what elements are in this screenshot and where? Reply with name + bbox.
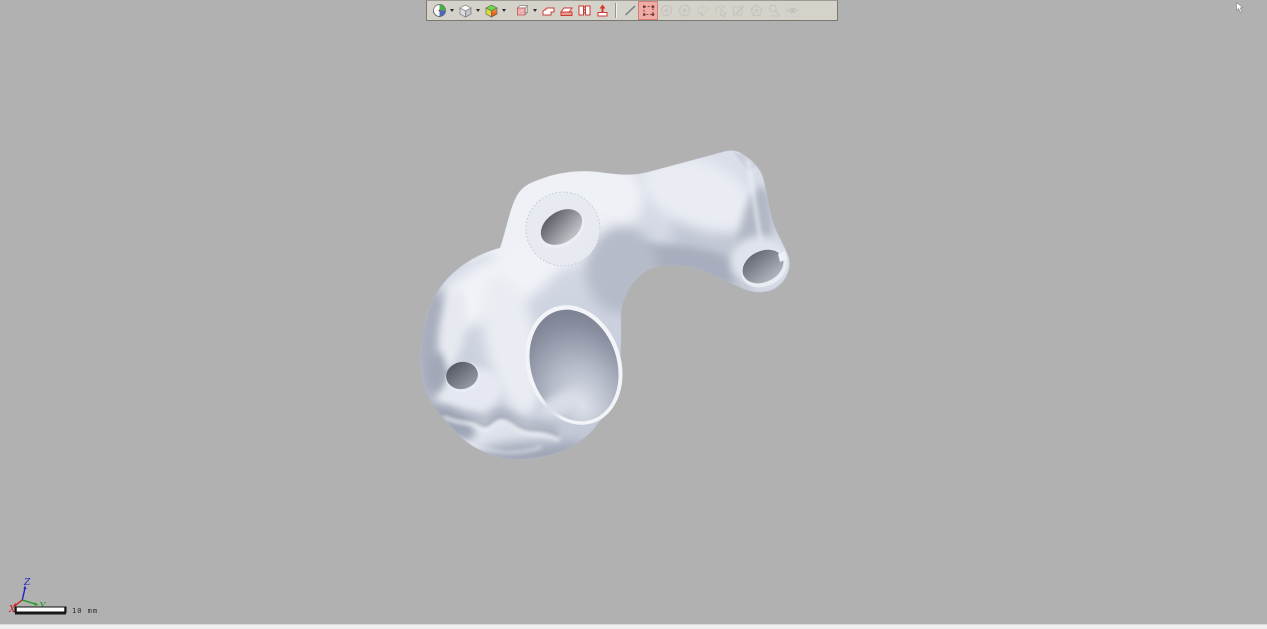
markup-edit-icon (731, 3, 746, 18)
transparent-cube-button[interactable] (513, 2, 531, 19)
section-corner-block-button[interactable] (539, 2, 557, 19)
polygon-select-button (675, 2, 693, 19)
shaded-cube-dropdown[interactable] (474, 2, 482, 19)
measure-line-button[interactable] (621, 2, 639, 19)
part-3d-model[interactable] (380, 130, 820, 480)
mouse-cursor-icon (1236, 2, 1245, 13)
section-slab-icon (577, 3, 592, 18)
render-sphere-button[interactable] (430, 2, 448, 19)
section-extract-arrow-button[interactable] (593, 2, 611, 19)
transparent-cube-dropdown[interactable] (531, 2, 539, 19)
lasso-select-icon (695, 3, 710, 18)
rectangle-select-button[interactable] (639, 2, 657, 19)
scale-bar-ruler (14, 606, 68, 616)
render-sphere-icon (432, 3, 447, 18)
oblong-hole (526, 192, 600, 266)
markup-edit-button (729, 2, 747, 19)
axis-z-label: Z (23, 578, 31, 588)
polyhedron-icon (749, 3, 764, 18)
material-color-cube-button[interactable] (482, 2, 500, 19)
circle-select-icon (659, 3, 674, 18)
section-base-block-icon (559, 3, 574, 18)
toolbar (426, 0, 838, 21)
cad-window: Z X Y 10 mm (0, 0, 1267, 629)
annotation-balloon-button (765, 2, 783, 19)
shaded-cube-button[interactable] (456, 2, 474, 19)
section-slab-button[interactable] (575, 2, 593, 19)
section-corner-block-icon (541, 3, 556, 18)
rectangle-select-icon (641, 3, 656, 18)
window-bottom-edge (0, 624, 1267, 629)
material-color-cube-dropdown[interactable] (500, 2, 508, 19)
visibility-eye-button (783, 2, 801, 19)
pick-cursor-button (711, 2, 729, 19)
shaded-cube-icon (458, 3, 473, 18)
part-shading (414, 133, 790, 471)
scale-bar: 10 mm (14, 606, 98, 616)
polyhedron-button (747, 2, 765, 19)
annotation-balloon-icon (767, 3, 782, 18)
transparent-cube-icon (515, 3, 530, 18)
render-sphere-dropdown[interactable] (448, 2, 456, 19)
pick-cursor-icon (713, 3, 728, 18)
lasso-select-button (693, 2, 711, 19)
polygon-select-icon (677, 3, 692, 18)
toolbar-separator (615, 3, 617, 18)
visibility-eye-icon (785, 3, 800, 18)
section-base-block-button[interactable] (557, 2, 575, 19)
scale-bar-label: 10 mm (72, 607, 98, 615)
circle-select-button (657, 2, 675, 19)
material-color-cube-icon (484, 3, 499, 18)
section-extract-arrow-icon (595, 3, 610, 18)
measure-line-icon (623, 3, 638, 18)
